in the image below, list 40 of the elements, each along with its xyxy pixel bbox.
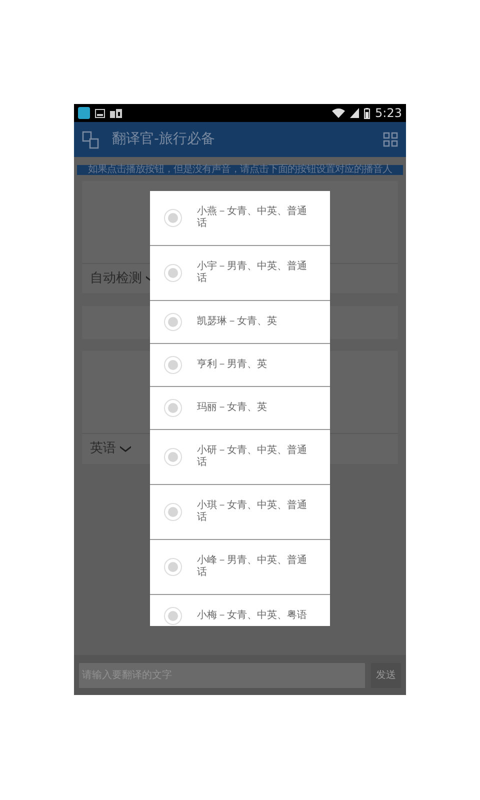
chevron-down-icon — [120, 446, 131, 452]
radio-button[interactable] — [164, 209, 182, 227]
signal-icon — [350, 108, 360, 118]
voice-option-label: 小燕－女青、中英、普通话 — [197, 204, 308, 231]
voice-option-label: 小梅－女青、中英、粤语 — [197, 608, 308, 623]
battery-icon — [364, 108, 370, 118]
radio-button[interactable] — [164, 356, 182, 374]
voice-option[interactable]: 小峰－男青、中英、普通话 — [150, 540, 330, 595]
radio-button[interactable] — [164, 558, 182, 576]
radio-button[interactable] — [164, 448, 182, 466]
voice-option[interactable]: 小宇－男青、中英、普通话 — [150, 246, 330, 301]
voice-option-label: 亨利－男青、英 — [197, 358, 268, 372]
voice-option-label: 小峰－男青、中英、普通话 — [197, 554, 308, 580]
send-button[interactable]: 发送 — [371, 662, 401, 688]
voice-option-label: 凯瑟琳－女青、英 — [197, 314, 278, 329]
radio-button[interactable] — [164, 313, 182, 331]
translate-icon[interactable] — [82, 130, 99, 148]
notification-icon — [110, 108, 122, 118]
voice-option[interactable]: 小梅－女青、中英、粤语 — [150, 595, 330, 626]
app-icon — [78, 107, 90, 119]
voice-option[interactable]: 小研－女青、中英、普通话 — [150, 430, 330, 485]
voice-option[interactable]: 小燕－女青、中英、普通话 — [150, 191, 330, 246]
voice-option-label: 玛丽－女青、英 — [197, 400, 268, 415]
voice-option-label: 小宇－男青、中英、普通话 — [197, 260, 308, 286]
voice-option[interactable]: 小琪－女青、中英、普通话 — [150, 485, 330, 540]
app-title: 翻译官-旅行必备 — [112, 130, 216, 149]
image-icon — [95, 108, 105, 118]
voice-option[interactable]: 凯瑟琳－女青、英 — [150, 301, 330, 344]
voice-option-label: 小研－女青、中英、普通话 — [197, 444, 308, 470]
wifi-icon — [332, 108, 346, 118]
voice-option-label: 小琪－女青、中英、普通话 — [197, 498, 308, 525]
voice-option[interactable]: 亨利－男青、英 — [150, 344, 330, 387]
grid-icon[interactable] — [383, 132, 398, 147]
notice-banner: 如果点击播放按钮，但是没有声音，请点击下面的按钮设置对应的播音人 — [77, 165, 403, 175]
radio-button[interactable] — [164, 399, 182, 417]
radio-button[interactable] — [164, 503, 182, 521]
radio-button[interactable] — [164, 264, 182, 282]
voice-option[interactable]: 玛丽－女青、英 — [150, 387, 330, 430]
radio-button[interactable] — [164, 607, 182, 625]
status-time: 5:23 — [375, 107, 402, 119]
